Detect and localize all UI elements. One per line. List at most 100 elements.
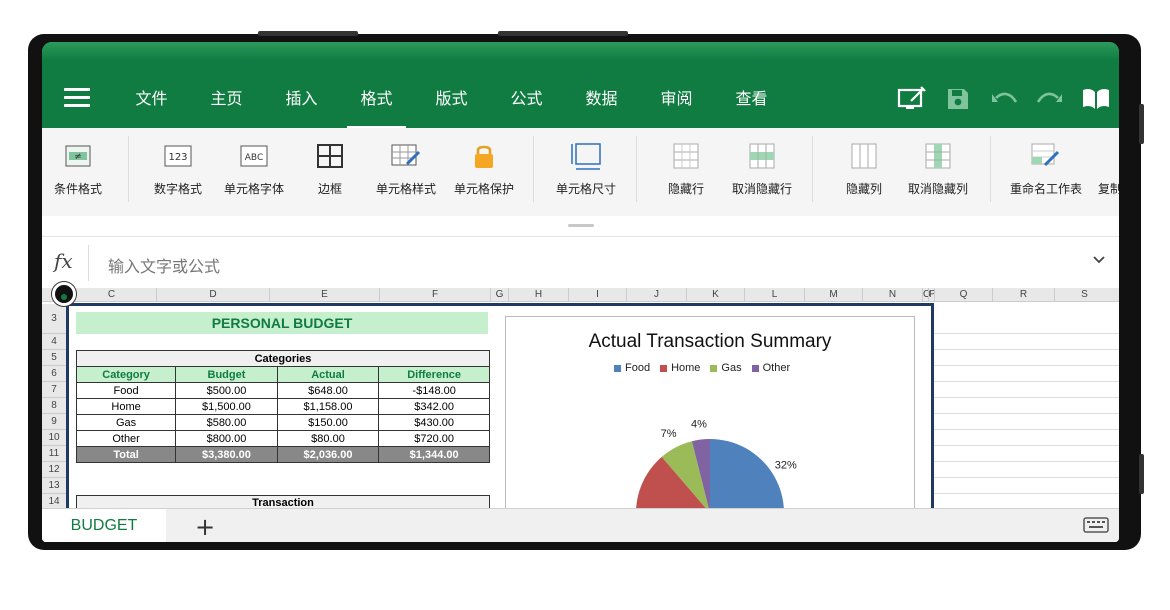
divider bbox=[533, 136, 534, 202]
tab-home[interactable]: 主页 bbox=[189, 84, 264, 124]
cell-font-label: 单元格字体 bbox=[223, 182, 284, 196]
table-cell[interactable]: $580.00 bbox=[175, 414, 278, 431]
tab-formulas[interactable]: 公式 bbox=[489, 84, 564, 124]
add-sheet-button[interactable]: + bbox=[192, 513, 218, 541]
tab-file[interactable]: 文件 bbox=[114, 84, 189, 124]
chevron-down-icon[interactable] bbox=[1091, 251, 1107, 271]
cell-font-button[interactable]: ABC 单元格字体 bbox=[220, 138, 288, 197]
table-cell[interactable]: $1,158.00 bbox=[276, 398, 380, 415]
column-header-cell[interactable]: M bbox=[804, 288, 862, 302]
tab-format[interactable]: 格式 bbox=[339, 84, 414, 129]
sheet-tab-budget[interactable]: BUDGET bbox=[42, 509, 166, 542]
table-cell[interactable]: $800.00 bbox=[175, 430, 278, 447]
table-cell[interactable]: Home bbox=[75, 398, 177, 415]
grid-line bbox=[934, 349, 1119, 350]
table-cell[interactable]: $2,036.00 bbox=[276, 446, 380, 463]
device-button bbox=[498, 31, 628, 36]
column-header-cell[interactable]: K bbox=[686, 288, 744, 302]
row-header-cell[interactable]: 11 bbox=[42, 446, 66, 462]
table-cell[interactable]: Total bbox=[75, 446, 177, 463]
save-icon[interactable] bbox=[935, 84, 981, 114]
selection-handle[interactable] bbox=[52, 282, 76, 306]
table-cell[interactable]: Other bbox=[75, 430, 177, 447]
edit-mode-icon[interactable] bbox=[889, 84, 935, 114]
format-toolbar: ≠ 条件格式 123 数字格式 ABC 单元格字体 边框 单元格样式 单元格保护… bbox=[42, 128, 1119, 216]
reading-mode-icon[interactable] bbox=[1073, 84, 1119, 114]
ribbon-collapse-handle[interactable] bbox=[568, 224, 594, 227]
table-cell[interactable]: $150.00 bbox=[276, 414, 380, 431]
formula-input[interactable]: 输入文字或公式 bbox=[108, 253, 220, 277]
header-budget[interactable]: Budget bbox=[175, 366, 278, 383]
row-header-cell[interactable]: 5 bbox=[42, 350, 66, 366]
unhide-col-button[interactable]: 取消隐藏列 bbox=[904, 138, 972, 197]
cell-size-icon bbox=[552, 138, 620, 174]
categories-header[interactable]: Categories bbox=[76, 350, 490, 367]
tab-review[interactable]: 审阅 bbox=[639, 84, 714, 124]
pie-slice-food[interactable] bbox=[710, 439, 784, 517]
row-header-cell[interactable]: 7 bbox=[42, 382, 66, 398]
row-header-cell[interactable]: 4 bbox=[42, 334, 66, 350]
row-header-cell[interactable]: 6 bbox=[42, 366, 66, 382]
column-header-cell[interactable]: G bbox=[490, 288, 508, 302]
budget-title[interactable]: PERSONAL BUDGET bbox=[76, 312, 488, 334]
formula-bar: fx 输入文字或公式 bbox=[42, 236, 1119, 286]
table-cell[interactable]: $1,344.00 bbox=[378, 446, 490, 463]
lock-icon bbox=[450, 138, 518, 174]
cell-style-button[interactable]: 单元格样式 bbox=[372, 138, 440, 197]
row-header-cell[interactable]: 3 bbox=[42, 304, 66, 334]
hamburger-menu-icon[interactable] bbox=[64, 88, 90, 108]
header-actual[interactable]: Actual bbox=[276, 366, 380, 383]
tab-data[interactable]: 数据 bbox=[564, 84, 639, 124]
column-header-cell[interactable]: N bbox=[862, 288, 922, 302]
hide-col-button[interactable]: 隐藏列 bbox=[842, 138, 886, 197]
table-cell[interactable]: $3,380.00 bbox=[175, 446, 278, 463]
column-header-cell[interactable]: D bbox=[156, 288, 269, 302]
cell-size-button[interactable]: 单元格尺寸 bbox=[552, 138, 620, 197]
borders-button[interactable]: 边框 bbox=[310, 138, 350, 197]
column-header-cell[interactable]: R bbox=[992, 288, 1054, 302]
table-cell[interactable]: $648.00 bbox=[276, 382, 380, 399]
redo-icon[interactable] bbox=[1027, 84, 1073, 114]
number-format-button[interactable]: 123 数字格式 bbox=[150, 138, 206, 197]
column-header-cell[interactable]: E bbox=[269, 288, 379, 302]
pie-chart[interactable]: Actual Transaction Summary Food Home Gas… bbox=[505, 316, 915, 517]
header-category[interactable]: Category bbox=[75, 366, 177, 383]
tab-view[interactable]: 查看 bbox=[714, 84, 789, 124]
cell-protect-button[interactable]: 单元格保护 bbox=[450, 138, 518, 197]
table-cell[interactable]: $500.00 bbox=[175, 382, 278, 399]
fx-icon[interactable]: fx bbox=[54, 249, 73, 273]
tab-insert[interactable]: 插入 bbox=[264, 84, 339, 124]
column-header-cell[interactable]: S bbox=[1054, 288, 1114, 302]
hide-row-button[interactable]: 隐藏行 bbox=[664, 138, 708, 197]
table-cell[interactable]: -$148.00 bbox=[378, 382, 490, 399]
table-cell[interactable]: $720.00 bbox=[378, 430, 490, 447]
table-cell[interactable]: Gas bbox=[75, 414, 177, 431]
rename-sheet-button[interactable]: 重命名工作表 bbox=[1006, 138, 1086, 197]
table-cell[interactable]: $80.00 bbox=[276, 430, 380, 447]
table-cell[interactable]: $342.00 bbox=[378, 398, 490, 415]
row-header-cell[interactable]: 10 bbox=[42, 430, 66, 446]
table-cell[interactable]: Food bbox=[75, 382, 177, 399]
unhide-row-button[interactable]: 取消隐藏行 bbox=[728, 138, 796, 197]
conditional-format-button[interactable]: ≠ 条件格式 bbox=[52, 138, 104, 197]
grid-line bbox=[934, 413, 1119, 414]
row-header-cell[interactable]: 12 bbox=[42, 462, 66, 478]
undo-icon[interactable] bbox=[981, 84, 1027, 114]
column-header-cell[interactable]: J bbox=[626, 288, 686, 302]
row-header-cell[interactable]: 13 bbox=[42, 478, 66, 494]
table-cell[interactable]: $1,500.00 bbox=[175, 398, 278, 415]
column-header-cell[interactable]: I bbox=[568, 288, 626, 302]
duplicate-sheet-button[interactable]: 复制 bbox=[1098, 138, 1119, 197]
table-cell[interactable]: $430.00 bbox=[378, 414, 490, 431]
column-header-cell[interactable]: L bbox=[744, 288, 804, 302]
grid-line bbox=[934, 365, 1119, 366]
row-header-cell[interactable]: 8 bbox=[42, 398, 66, 414]
column-header-cell[interactable]: Q bbox=[934, 288, 992, 302]
row-header-cell[interactable]: 9 bbox=[42, 414, 66, 430]
column-header-cell[interactable]: H bbox=[508, 288, 568, 302]
tab-layout[interactable]: 版式 bbox=[414, 84, 489, 124]
column-header-cell[interactable]: F bbox=[379, 288, 490, 302]
keyboard-icon[interactable] bbox=[1083, 517, 1109, 541]
column-header-cell[interactable]: C bbox=[66, 288, 156, 302]
header-difference[interactable]: Difference bbox=[378, 366, 490, 383]
